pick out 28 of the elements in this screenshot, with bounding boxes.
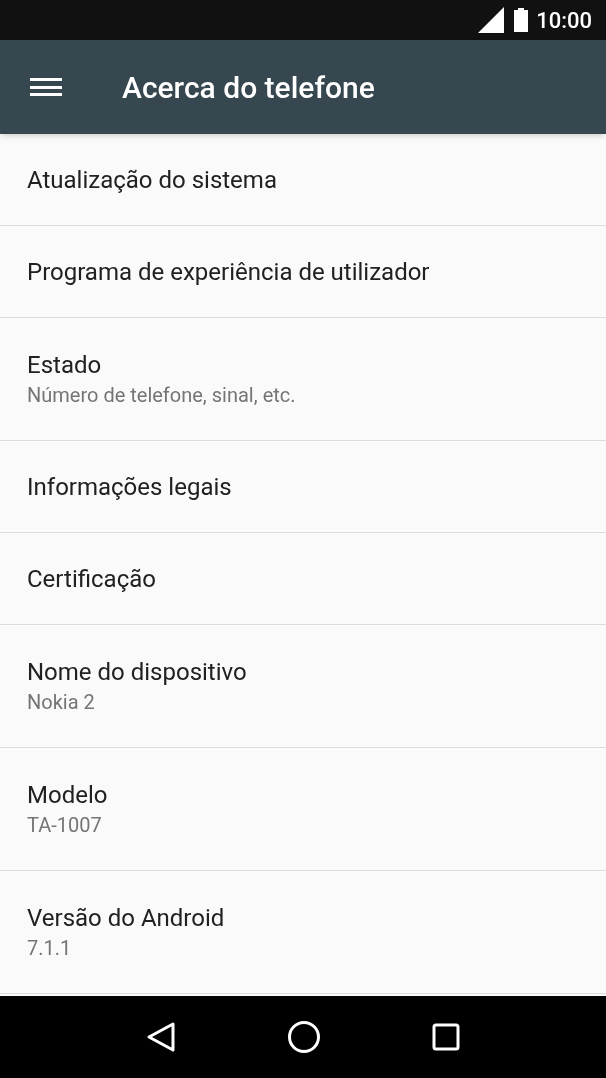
item-title: Informações legais bbox=[27, 471, 233, 503]
item-title: Estado bbox=[27, 350, 103, 381]
item-title: Nome do dispositivo bbox=[27, 657, 248, 688]
clock: 10:00 bbox=[536, 6, 592, 35]
settings-item[interactable]: Programa de experiência de utilizador bbox=[0, 226, 606, 318]
settings-item[interactable]: Versão do Android 7.1.1 bbox=[0, 871, 606, 994]
battery-icon bbox=[514, 8, 529, 32]
item-title: Atualização do sistema bbox=[27, 164, 278, 196]
item-title: Programa de experiência de utilizador bbox=[27, 256, 431, 288]
settings-item[interactable]: Modelo TA-1007 bbox=[0, 748, 606, 871]
item-summary: Nokia 2 bbox=[27, 689, 96, 716]
item-title: Modelo bbox=[27, 780, 109, 811]
item-title: Versão do Android bbox=[27, 903, 226, 934]
settings-item[interactable]: Nome do dispositivo Nokia 2 bbox=[0, 625, 606, 748]
toolbar-title: Acerca do telefone bbox=[122, 68, 375, 107]
settings-item[interactable]: Atualização do sistema bbox=[0, 134, 606, 226]
settings-item[interactable]: Informações legais bbox=[0, 441, 606, 533]
signal-icon bbox=[476, 5, 507, 35]
item-title: Certificação bbox=[27, 563, 157, 595]
menu-icon[interactable] bbox=[30, 75, 62, 99]
item-summary: Número de telefone, sinal, etc. bbox=[27, 382, 297, 409]
overview-icon[interactable] bbox=[432, 1023, 461, 1051]
back-icon[interactable] bbox=[145, 1021, 176, 1053]
settings-item[interactable]: Estado Número de telefone, sinal, etc. bbox=[0, 318, 606, 441]
item-summary: 7.1.1 bbox=[27, 935, 73, 962]
home-icon[interactable] bbox=[287, 1020, 321, 1054]
settings-item[interactable]: Certificação bbox=[0, 533, 606, 625]
item-summary: TA-1007 bbox=[27, 812, 103, 839]
